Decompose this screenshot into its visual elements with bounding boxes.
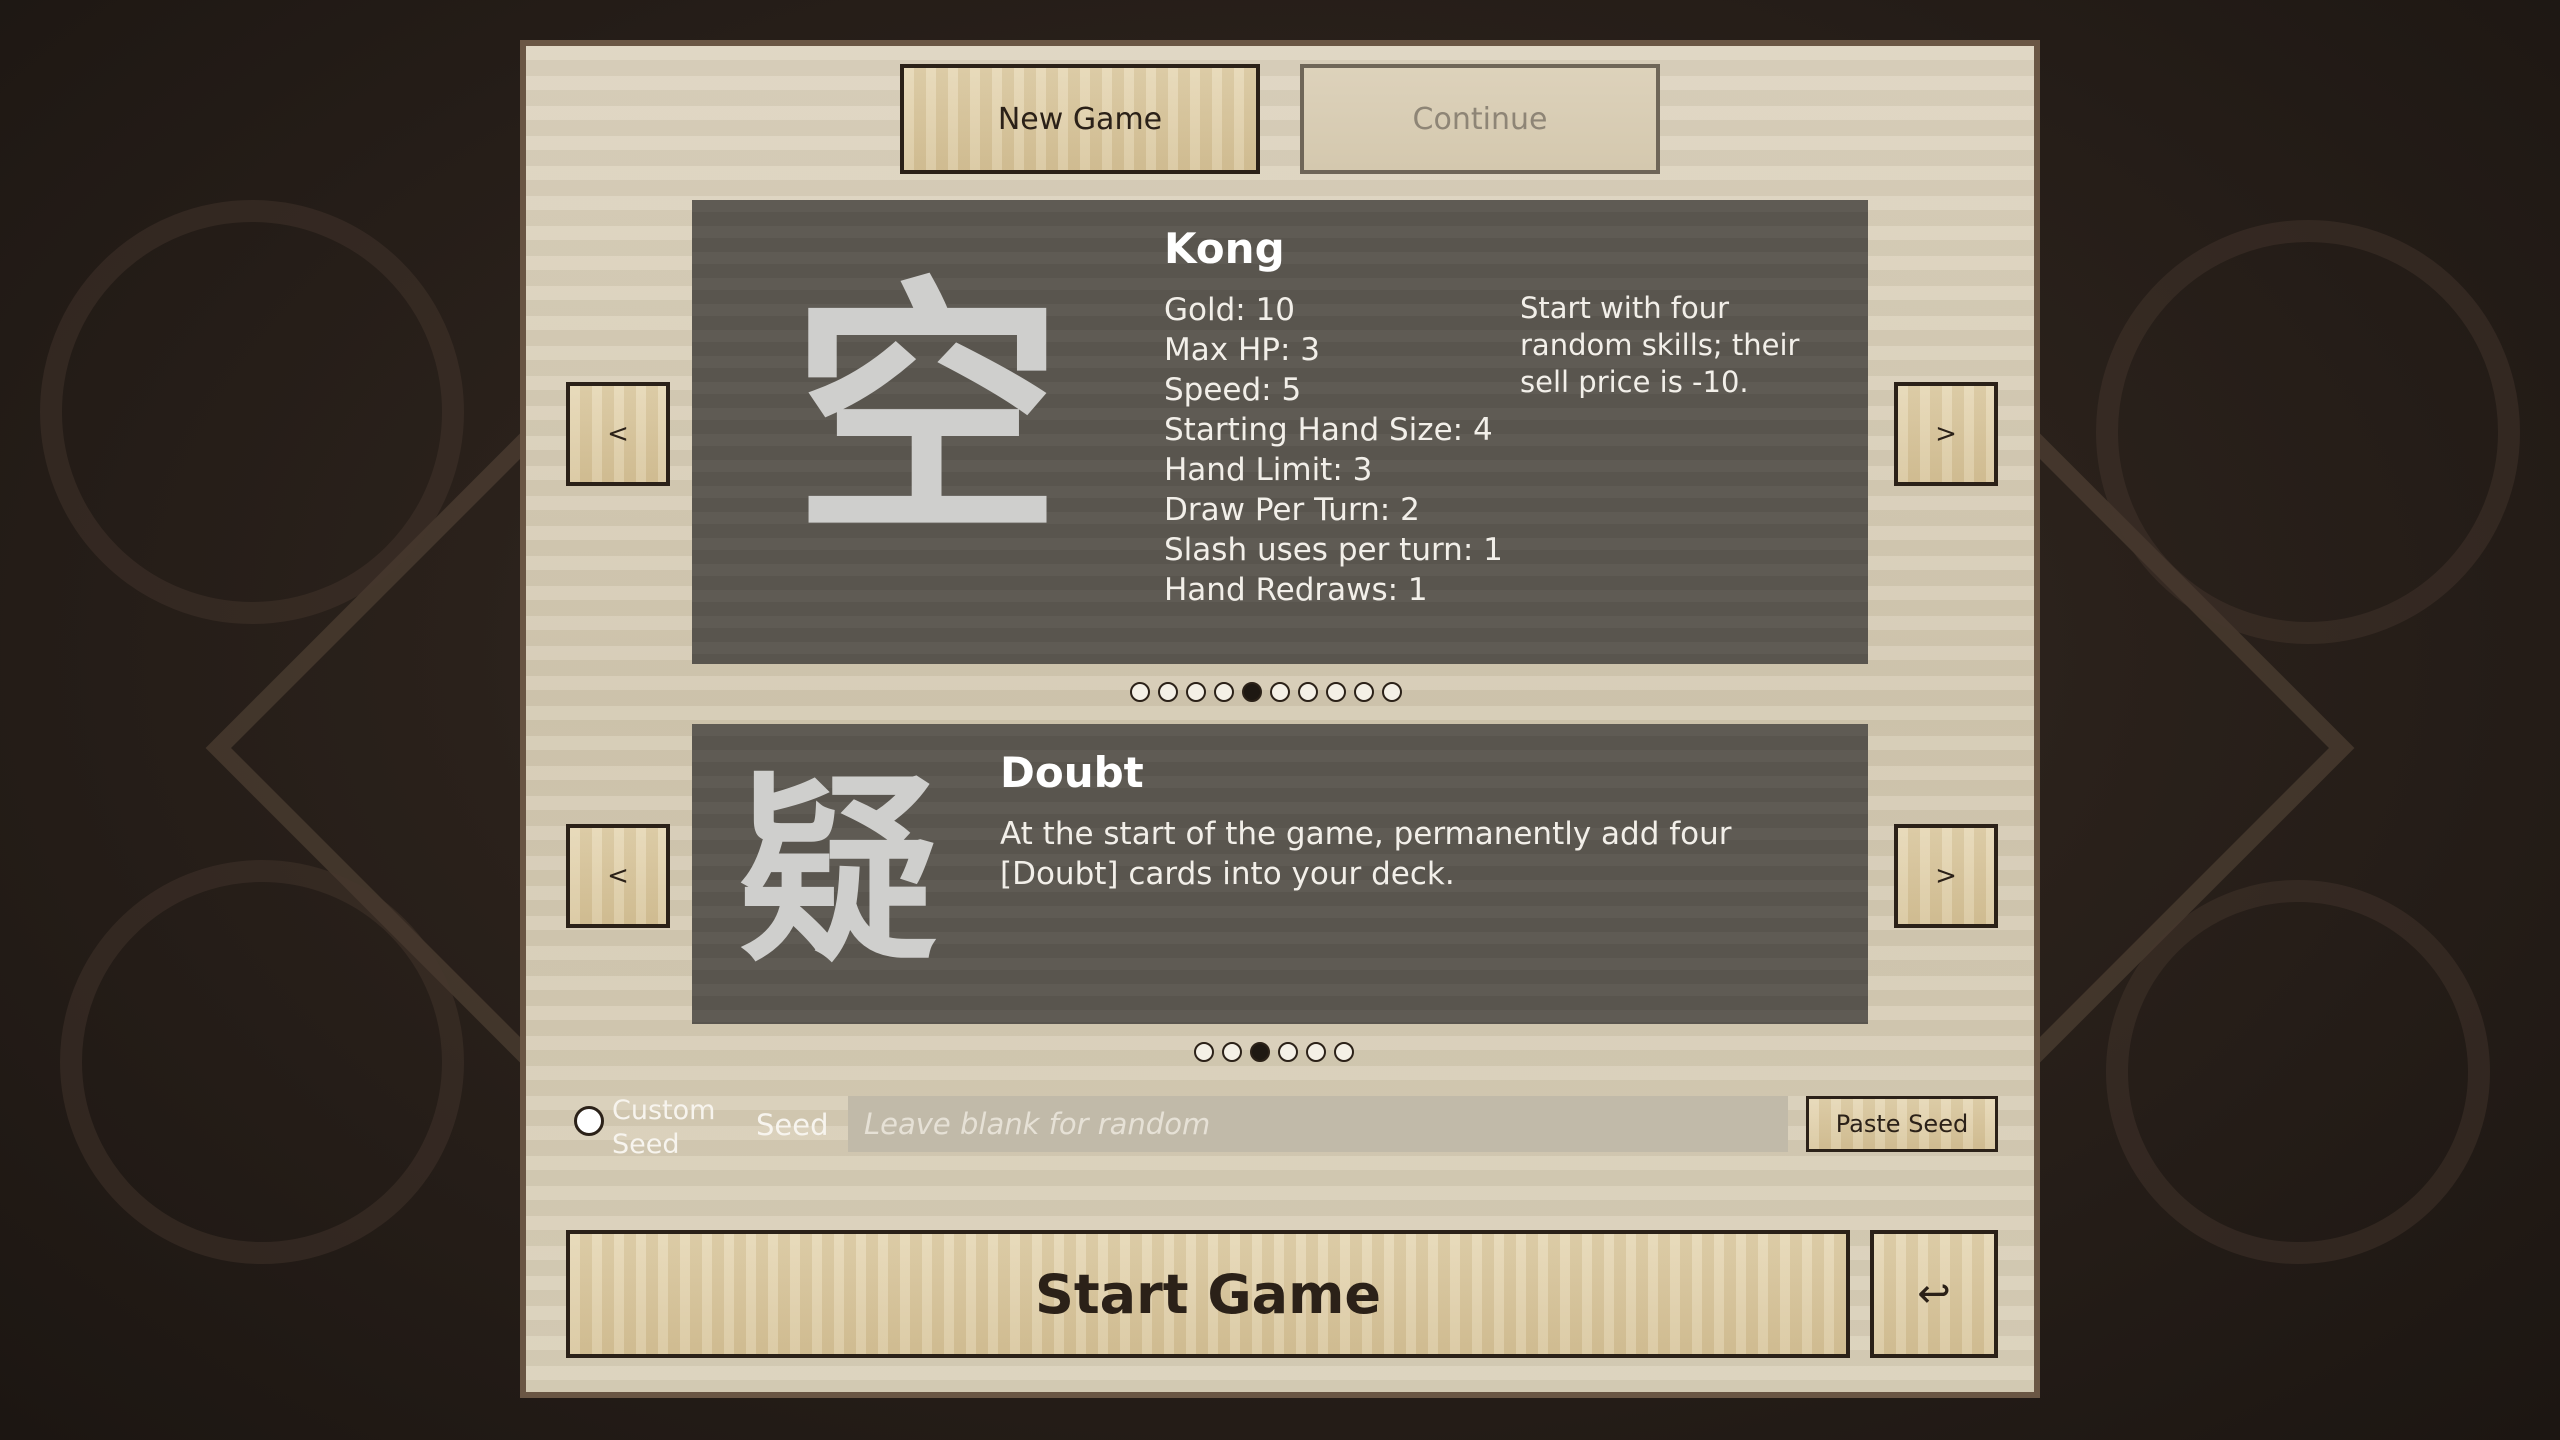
seed-label: Seed xyxy=(756,1108,829,1142)
stat-hand-redraws: Hand Redraws: 1 xyxy=(1164,572,1428,608)
start-game-button[interactable]: Start Game xyxy=(566,1230,1850,1358)
modifier-glyph: 疑 xyxy=(737,754,938,989)
background-swirl xyxy=(40,200,464,624)
back-button[interactable]: ↩ xyxy=(1870,1230,1998,1358)
modifier-pager-dot[interactable] xyxy=(1194,1042,1214,1062)
character-ability: Start with four random skills; their sel… xyxy=(1520,291,1800,399)
character-pager xyxy=(1130,682,1402,702)
modifier-prev-button[interactable]: < xyxy=(566,824,670,928)
continue-button[interactable]: Continue xyxy=(1300,64,1660,174)
modifier-pager xyxy=(1194,1042,1354,1062)
seed-input[interactable] xyxy=(848,1096,1788,1152)
custom-seed-radio[interactable] xyxy=(574,1106,604,1136)
back-arrow-icon: ↩ xyxy=(1917,1271,1951,1317)
character-pager-dot[interactable] xyxy=(1242,682,1262,702)
stat-starting-hand-size: Starting Hand Size: 4 xyxy=(1164,412,1493,448)
modifier-pager-dot[interactable] xyxy=(1278,1042,1298,1062)
character-pager-dot[interactable] xyxy=(1382,682,1402,702)
background-swirl xyxy=(2106,880,2490,1264)
modifier-card: 疑 Doubt At the start of the game, perman… xyxy=(692,724,1868,1024)
character-stats: Gold: 10 Max HP: 3 Speed: 5 Starting Han… xyxy=(1164,290,1503,610)
modifier-pager-dot[interactable] xyxy=(1250,1042,1270,1062)
modifier-pager-dot[interactable] xyxy=(1306,1042,1326,1062)
character-pager-dot[interactable] xyxy=(1298,682,1318,702)
character-name: Kong xyxy=(1164,224,1285,273)
modifier-name: Doubt xyxy=(1000,748,1144,797)
stat-gold: Gold: 10 xyxy=(1164,292,1296,328)
character-pager-dot[interactable] xyxy=(1186,682,1206,702)
stat-slash-uses: Slash uses per turn: 1 xyxy=(1164,532,1503,568)
character-pager-dot[interactable] xyxy=(1270,682,1290,702)
background-swirl xyxy=(2096,220,2520,644)
character-card: 空 Kong Gold: 10 Max HP: 3 Speed: 5 Start… xyxy=(692,200,1868,664)
character-glyph: 空 xyxy=(792,252,1062,570)
character-pager-dot[interactable] xyxy=(1130,682,1150,702)
character-pager-dot[interactable] xyxy=(1158,682,1178,702)
modifier-pager-dot[interactable] xyxy=(1334,1042,1354,1062)
modifier-next-button[interactable]: > xyxy=(1894,824,1998,928)
stat-draw-per-turn: Draw Per Turn: 2 xyxy=(1164,492,1420,528)
character-pager-dot[interactable] xyxy=(1214,682,1234,702)
stat-max-hp: Max HP: 3 xyxy=(1164,332,1320,368)
custom-seed-label: Custom Seed xyxy=(612,1095,716,1160)
character-pager-dot[interactable] xyxy=(1354,682,1374,702)
stat-hand-limit: Hand Limit: 3 xyxy=(1164,452,1373,488)
background-swirl xyxy=(60,860,464,1264)
stat-speed: Speed: 5 xyxy=(1164,372,1302,408)
character-pager-dot[interactable] xyxy=(1326,682,1346,702)
modifier-description: At the start of the game, permanently ad… xyxy=(1000,816,1732,892)
modifier-pager-dot[interactable] xyxy=(1222,1042,1242,1062)
character-prev-button[interactable]: < xyxy=(566,382,670,486)
new-game-button[interactable]: New Game xyxy=(900,64,1260,174)
new-game-panel: New Game Continue < > 空 Kong Gold: 10 Ma… xyxy=(520,40,2040,1398)
paste-seed-button[interactable]: Paste Seed xyxy=(1806,1096,1998,1152)
character-next-button[interactable]: > xyxy=(1894,382,1998,486)
